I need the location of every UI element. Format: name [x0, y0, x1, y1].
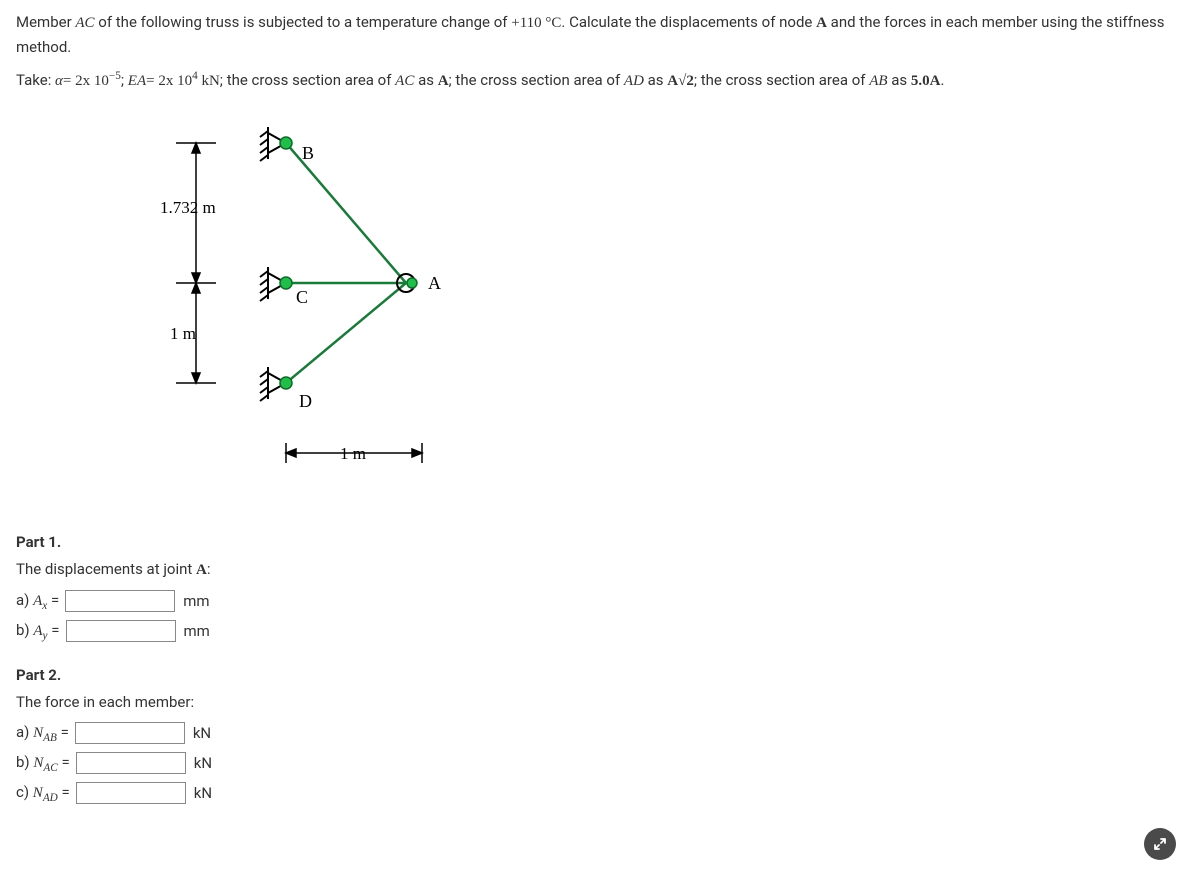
input-NAD[interactable]: [76, 782, 186, 804]
unit-kN: kN: [194, 754, 212, 772]
unit-kN: kN: [193, 724, 211, 742]
part2-a-row: a) NAB = kN: [16, 722, 1184, 744]
node-label-D: D: [299, 391, 312, 411]
unit-mm: mm: [183, 592, 209, 610]
part2-heading: Part 2.: [16, 666, 1184, 684]
expand-icon: [1153, 837, 1167, 851]
truss-diagram: B C D A 1.732 m 1 m 1 m: [126, 113, 486, 493]
dim-1m-vertical: 1 m: [170, 324, 196, 343]
input-Ay[interactable]: [66, 620, 176, 642]
node-label-B: B: [302, 143, 314, 163]
part1-a-row: a) Ax = mm: [16, 590, 1184, 612]
node-label-C: C: [296, 287, 308, 307]
part2-b-row: b) NAC = kN: [16, 752, 1184, 774]
input-Ax[interactable]: [65, 590, 175, 612]
expand-button[interactable]: [1144, 828, 1176, 860]
problem-parameters: Take: α= 2x 10−5; EA= 2x 104 kN; the cro…: [16, 67, 1184, 93]
part1-b-row: b) Ay = mm: [16, 620, 1184, 642]
part2-c-row: c) NAD = kN: [16, 782, 1184, 804]
input-NAB[interactable]: [75, 722, 185, 744]
dim-1m-horizontal: 1 m: [340, 444, 366, 463]
part2-prompt: The force in each member:: [16, 690, 1184, 714]
problem-statement: Member AC of the following truss is subj…: [16, 10, 1184, 59]
unit-kN: kN: [194, 784, 212, 802]
dim-1732: 1.732 m: [160, 198, 216, 217]
node-label-A: A: [428, 273, 441, 293]
part1-prompt: The displacements at joint A:: [16, 557, 1184, 582]
unit-mm: mm: [184, 622, 210, 640]
input-NAC[interactable]: [76, 752, 186, 774]
part1-heading: Part 1.: [16, 533, 1184, 551]
